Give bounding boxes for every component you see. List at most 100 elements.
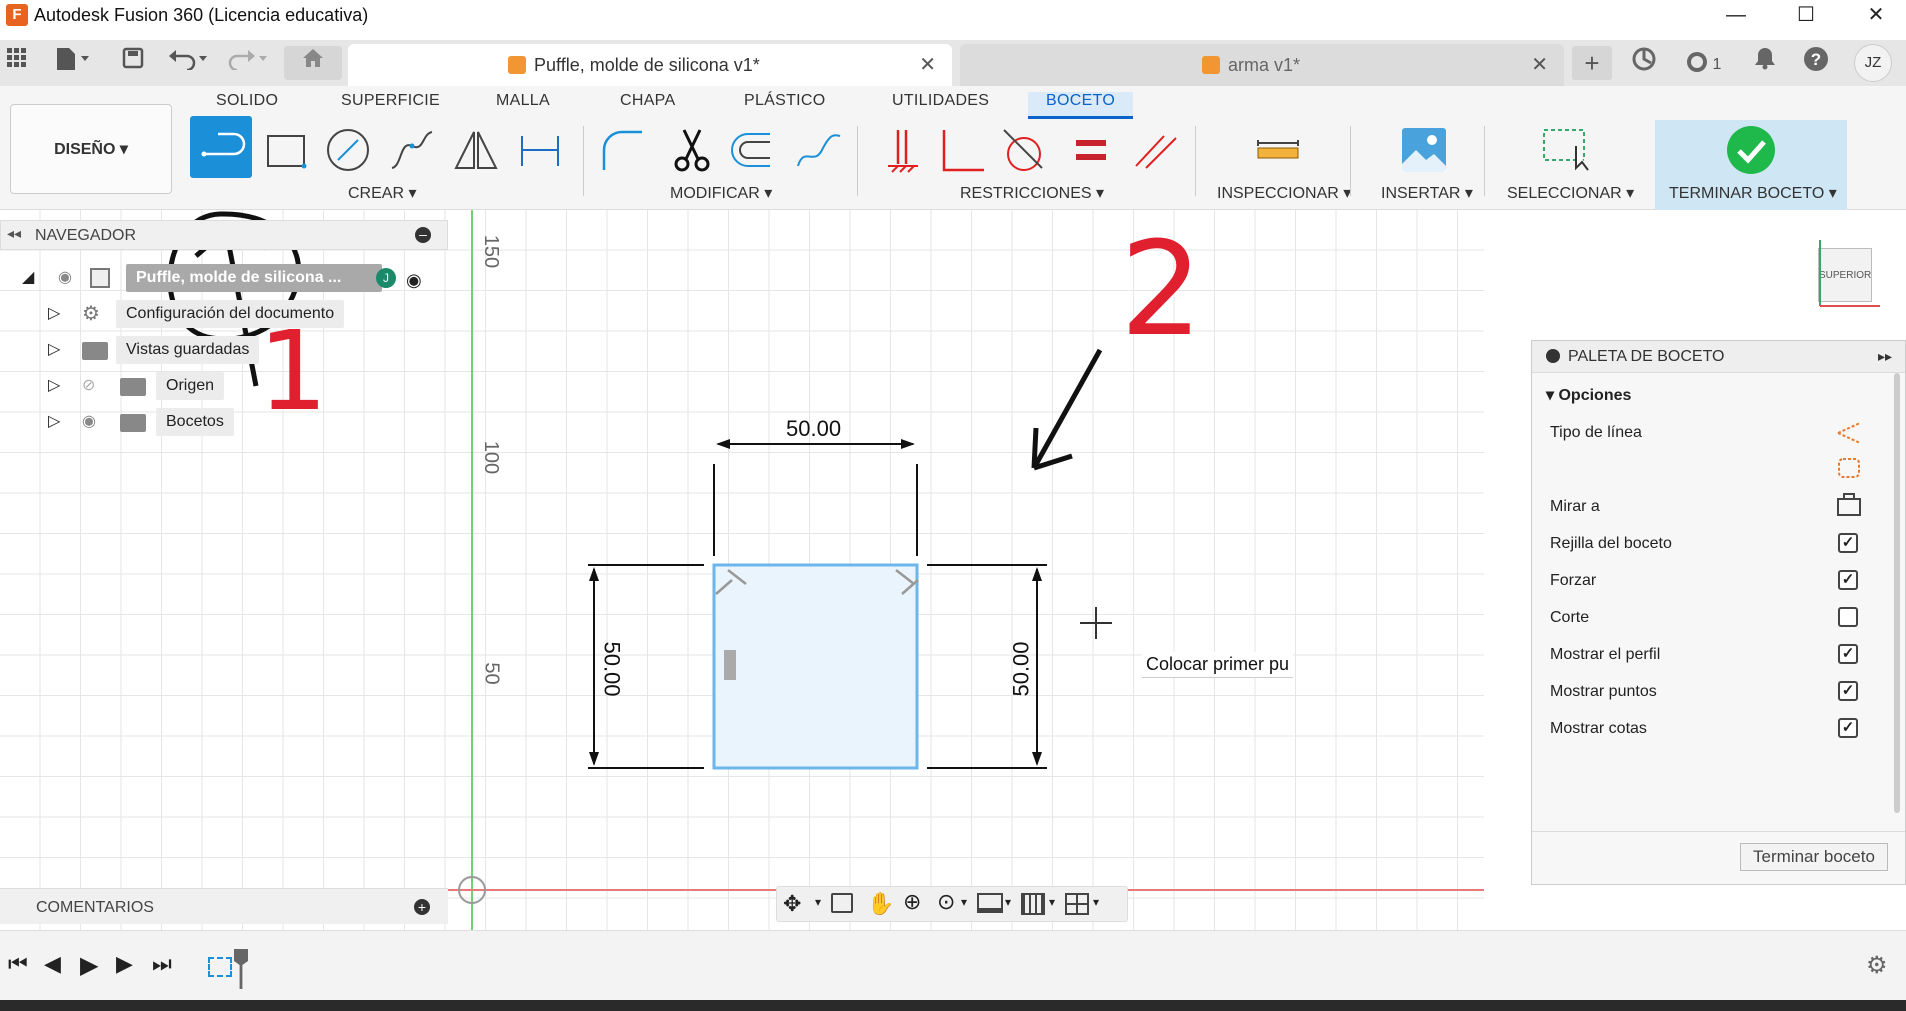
activate-radio-icon[interactable]: ◉ bbox=[406, 266, 422, 294]
redo-icon[interactable] bbox=[224, 46, 272, 80]
spline-tool-icon[interactable] bbox=[388, 126, 436, 174]
tab-solido[interactable]: SOLIDO bbox=[216, 92, 278, 110]
apps-grid-icon[interactable] bbox=[2, 46, 32, 80]
browser-item[interactable]: ▷ Vistas guardadas bbox=[48, 336, 448, 364]
data-panel-icon[interactable] bbox=[1628, 46, 1660, 80]
expand-arrow-icon[interactable]: ▷ bbox=[48, 336, 60, 364]
visibility-eye-icon[interactable]: ◉ bbox=[58, 264, 72, 292]
file-menu-icon[interactable] bbox=[50, 46, 96, 80]
grid-settings-icon[interactable] bbox=[1021, 893, 1045, 915]
new-tab-icon[interactable]: + bbox=[1572, 46, 1612, 80]
visibility-eye-icon[interactable]: ◉ bbox=[82, 408, 96, 436]
browser-item-label[interactable]: Bocetos bbox=[156, 408, 234, 436]
perpendicular-constraint-icon[interactable] bbox=[938, 126, 986, 174]
sketch-rectangle[interactable] bbox=[712, 563, 919, 770]
timeline-settings-gear-icon[interactable]: ⚙ bbox=[1866, 951, 1888, 980]
timeline-marker-icon[interactable] bbox=[234, 949, 248, 989]
equal-constraint-icon[interactable] bbox=[1068, 126, 1116, 174]
show-points-checkbox[interactable]: ✓ bbox=[1838, 681, 1858, 701]
finish-sketch-button[interactable]: Terminar boceto bbox=[1740, 843, 1888, 871]
rectangle-tool-icon[interactable] bbox=[262, 126, 310, 174]
parallel-constraint-icon[interactable] bbox=[1132, 126, 1180, 174]
coincident-constraint-icon[interactable] bbox=[882, 126, 930, 174]
tab-puffle[interactable]: Puffle, molde de silicona v1* ✕ bbox=[348, 44, 952, 86]
browser-item[interactable]: ▷ ⊘ Origen bbox=[48, 372, 448, 400]
orbit-icon[interactable]: ✥ bbox=[783, 891, 801, 917]
expand-arrow-icon[interactable]: ▷ bbox=[48, 372, 60, 400]
minimize-button[interactable]: — bbox=[1706, 0, 1766, 30]
finish-sketch-group[interactable]: TERMINAR BOCETO ▾ bbox=[1655, 120, 1847, 210]
look-at-icon[interactable] bbox=[831, 893, 853, 913]
chevron-down-icon[interactable]: ▾ bbox=[1093, 895, 1099, 909]
group-insertar[interactable]: INSERTAR ▾ bbox=[1381, 183, 1473, 203]
zoom-icon[interactable]: ⊕ bbox=[903, 889, 921, 915]
notifications-bell-icon[interactable] bbox=[1750, 46, 1780, 80]
pan-hand-icon[interactable]: ✋ bbox=[867, 891, 894, 917]
circle-tool-icon[interactable] bbox=[324, 126, 372, 174]
user-avatar[interactable]: JZ bbox=[1854, 44, 1892, 82]
sketch-grid-checkbox[interactable]: ✓ bbox=[1838, 533, 1858, 553]
mirror-tool-icon[interactable] bbox=[452, 126, 500, 174]
sketch-dimension-icon[interactable] bbox=[516, 126, 564, 174]
construction-geometry-icon[interactable] bbox=[1834, 453, 1864, 483]
root-component-label[interactable]: Puffle, molde de silicona ... bbox=[126, 264, 382, 292]
fillet-tool-icon[interactable] bbox=[598, 126, 646, 174]
chevron-down-icon[interactable]: ▾ bbox=[815, 895, 821, 909]
minimize-panel-icon[interactable]: – bbox=[415, 227, 431, 243]
group-inspeccionar[interactable]: INSPECCIONAR ▾ bbox=[1217, 183, 1351, 203]
sketch-edit-icon[interactable] bbox=[794, 126, 842, 174]
chevron-down-icon[interactable]: ▾ bbox=[1049, 895, 1055, 909]
dimension-left[interactable]: 50.00 bbox=[599, 641, 625, 696]
play-icon[interactable]: ▶ bbox=[80, 951, 98, 980]
group-crear[interactable]: CREAR ▾ bbox=[348, 183, 417, 203]
sketch-timeline-feature-icon[interactable] bbox=[208, 957, 232, 977]
browser-item[interactable]: ▷ ◉ Bocetos bbox=[48, 408, 448, 436]
measure-ruler-icon[interactable] bbox=[1254, 126, 1302, 174]
show-profile-checkbox[interactable]: ✓ bbox=[1838, 644, 1858, 664]
browser-item-label[interactable]: Origen bbox=[156, 372, 225, 400]
group-modificar[interactable]: MODIFICAR ▾ bbox=[670, 183, 772, 203]
home-icon[interactable] bbox=[284, 46, 342, 80]
line-type-icon[interactable] bbox=[1834, 417, 1864, 447]
go-to-start-icon[interactable]: ⏮ bbox=[8, 951, 28, 977]
slice-checkbox[interactable] bbox=[1838, 607, 1858, 627]
group-restricciones[interactable]: RESTRICCIONES ▾ bbox=[960, 183, 1104, 203]
dimension-right[interactable]: 50.00 bbox=[1009, 641, 1035, 696]
add-comment-icon[interactable]: + bbox=[414, 899, 430, 915]
palette-scrollbar[interactable] bbox=[1894, 373, 1900, 813]
tab-superficie[interactable]: SUPERFICIE bbox=[341, 92, 440, 110]
offset-tool-icon[interactable] bbox=[726, 126, 774, 174]
close-button[interactable]: ✕ bbox=[1846, 0, 1906, 30]
browser-root-row[interactable]: ◢ ◉ Puffle, molde de silicona ... J ◉ bbox=[18, 264, 448, 292]
display-settings-icon[interactable] bbox=[977, 893, 1003, 913]
tab-malla[interactable]: MALLA bbox=[496, 92, 550, 110]
step-forward-icon[interactable]: ▶ bbox=[116, 951, 133, 977]
snap-checkbox[interactable]: ✓ bbox=[1838, 570, 1858, 590]
look-at-icon[interactable] bbox=[1834, 491, 1864, 521]
step-back-icon[interactable]: ◀ bbox=[44, 951, 61, 977]
tab-arma[interactable]: arma v1* ✕ bbox=[960, 44, 1564, 86]
go-to-end-icon[interactable]: ⏭ bbox=[152, 951, 172, 977]
close-tab-icon[interactable]: ✕ bbox=[1531, 44, 1548, 86]
insert-image-icon[interactable] bbox=[1400, 126, 1448, 174]
viewports-icon[interactable] bbox=[1065, 893, 1089, 915]
job-status-icon[interactable]: 1 bbox=[1678, 46, 1728, 80]
browser-item-label[interactable]: Configuración del documento bbox=[116, 300, 345, 328]
expand-triangle-icon[interactable]: ◢ bbox=[22, 264, 34, 292]
palette-expand-icon[interactable]: ▸▸ bbox=[1878, 348, 1892, 365]
collapse-panel-icon[interactable]: ◂◂ bbox=[7, 225, 21, 242]
workspace-selector[interactable]: DISEÑO ▾ bbox=[10, 104, 172, 194]
hidden-eye-icon[interactable]: ⊘ bbox=[82, 372, 95, 400]
show-dimensions-checkbox[interactable]: ✓ bbox=[1838, 718, 1858, 738]
chevron-down-icon[interactable]: ▾ bbox=[1005, 895, 1011, 909]
tab-utilidades[interactable]: UTILIDADES bbox=[892, 92, 989, 110]
save-icon[interactable] bbox=[118, 46, 148, 80]
tangent-constraint-icon[interactable] bbox=[998, 126, 1046, 174]
selection-window-icon[interactable] bbox=[1542, 126, 1590, 174]
group-seleccionar[interactable]: SELECCIONAR ▾ bbox=[1507, 183, 1634, 203]
palette-minimize-icon[interactable] bbox=[1546, 349, 1560, 363]
fit-zoom-icon[interactable]: ⊙ bbox=[937, 889, 955, 915]
browser-item[interactable]: ▷ ⚙ Configuración del documento bbox=[48, 300, 448, 328]
maximize-button[interactable]: ☐ bbox=[1776, 0, 1836, 30]
help-icon[interactable]: ? bbox=[1800, 46, 1832, 80]
